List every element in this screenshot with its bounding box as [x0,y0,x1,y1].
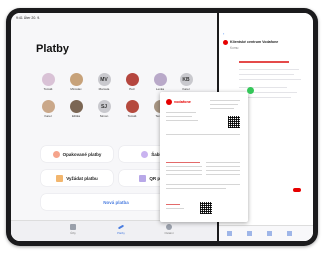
email-text-line [239,87,287,89]
drag-add-badge [247,87,254,94]
avatar: SJ [97,100,111,113]
contact-name: Miroslav [70,87,82,91]
avatar: KB [179,73,193,86]
recipient-label: Komu: [230,46,240,50]
back-button[interactable]: ‹ [223,31,224,36]
tab-label: Platby [117,231,125,235]
page-title: Platby [36,43,70,55]
request-label: Vyžádat platbu [66,175,98,181]
invoice-line [206,162,240,163]
contact-7[interactable]: Karel [39,100,57,118]
invoice-line [166,208,184,209]
trash-icon[interactable] [227,231,232,236]
compose-icon[interactable] [287,231,292,236]
recurring-label: Opakované platby [62,151,102,157]
tab-bar: Účty Platby Ostatní [11,220,217,241]
avatar [125,73,139,86]
invoice-line [206,166,240,167]
contact-9[interactable]: SJ Simon [95,100,113,118]
templates-icon [141,150,149,158]
email-text-line [239,79,301,81]
avatar: MV [97,73,111,86]
avatar [69,73,83,86]
invoice-line [166,116,192,117]
email-text-line [239,74,294,76]
profile-icon [166,224,172,230]
contact-name: Tomáš [43,87,53,91]
contact-name: Karel [44,114,52,118]
avatar [125,100,139,113]
contact-6[interactable]: KB Karel [177,73,195,91]
invoice-line [206,170,240,171]
tab-label: Účty [70,231,76,235]
invoice-red-line [166,162,200,163]
avatar [69,100,83,113]
recurring-icon [52,150,60,158]
avatar [41,100,55,113]
contact-4[interactable]: Petr [123,73,141,91]
tab-payments[interactable]: Platby [111,224,131,235]
contact-5[interactable]: Lenka [151,73,169,91]
reply-icon[interactable] [267,231,272,236]
email-text-line [239,69,299,71]
invoice-brand: vodafone [174,100,191,104]
contact-3[interactable]: MV Marcela [95,73,113,91]
contact-name: Tomáš [127,114,137,118]
invoice-line [166,174,202,175]
accounts-icon [70,224,76,230]
contact-name: Lenka [155,87,165,91]
invoice-line [166,170,202,171]
invoice-line [166,166,202,167]
contact-2[interactable]: Miroslav [67,73,85,91]
invoice-qr-code [228,116,240,128]
invoice-line [166,188,226,189]
invoice-line [210,104,238,105]
vodafone-avatar [223,40,228,45]
contact-name: Petr [129,87,135,91]
request-icon [56,174,64,182]
contact-name: Simon [99,114,109,118]
avatar [41,73,55,86]
vodafone-logo-icon [166,99,172,105]
contact-name: Marcela [98,87,110,91]
contact-10[interactable]: Tomáš [123,100,141,118]
folder-icon[interactable] [247,231,252,236]
invoice-qr-code [200,202,212,214]
tab-other[interactable]: Ostatní [159,224,179,235]
vodafone-footer-logo [293,188,301,192]
sender-name: Klientské centrum Vodafone [230,40,279,44]
invoice-line [166,184,240,185]
tab-label: Ostatní [164,231,174,235]
contact-name: Eliška [71,114,80,118]
contact-name: Karel [182,87,190,91]
request-payment-button[interactable]: Vyžádat platbu [41,170,113,186]
invoice-line [166,134,240,135]
status-time: 9:41 Úter 20. 9. [16,16,41,20]
tab-accounts[interactable]: Účty [63,224,83,235]
invoice-line [210,100,240,101]
email-header-bar [239,61,289,63]
contact-8[interactable]: Eliška [67,100,85,118]
invoice-line [166,120,198,121]
payments-icon [117,224,125,230]
avatar [153,73,167,86]
dragged-invoice-preview[interactable]: vodafone [160,92,248,222]
qr-icon [139,174,147,182]
invoice-red-line [166,204,180,205]
invoice-line [206,174,240,175]
recurring-payments-button[interactable]: Opakované platby [41,146,113,162]
contact-1[interactable]: Tomáš [39,73,57,91]
invoice-line [166,112,196,113]
invoice-line [210,108,234,109]
mail-toolbar [219,225,313,241]
